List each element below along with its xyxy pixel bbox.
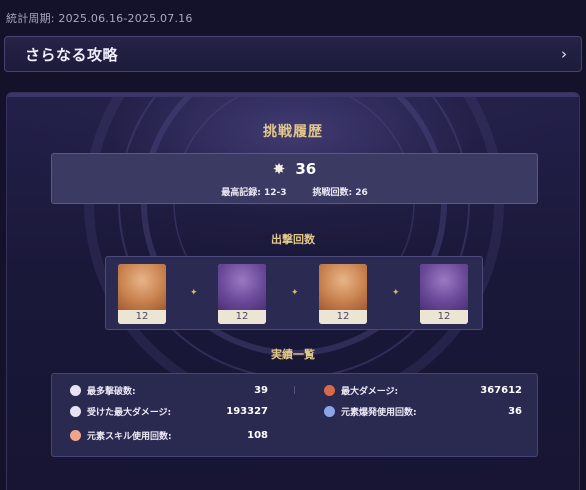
character-avatar-icon: [70, 384, 81, 396]
deploy-count: 12: [218, 310, 266, 324]
stat-value: 193327: [226, 405, 268, 417]
character-avatar-icon: [70, 405, 81, 417]
column-divider: [294, 386, 295, 394]
deploy-count: 12: [319, 310, 367, 324]
stat-row: 元素スキル使用回数: 108: [70, 426, 268, 444]
total-stars: 36: [295, 160, 317, 178]
stat-row: 最大ダメージ: 367612: [324, 381, 522, 399]
achievements-box: 最多撃破数: 39 受けた最大ダメージ: 193327 元素スキル使用回数: 1…: [51, 373, 538, 457]
stat-label: 最多撃破数:: [87, 386, 136, 397]
statistics-period: 統計周期: 2025.06.16-2025.07.16: [6, 12, 193, 25]
character-portrait: [218, 264, 266, 310]
stat-label: 元素爆発使用回数:: [341, 407, 417, 418]
stat-label: 最大ダメージ:: [341, 386, 399, 397]
stat-row: 最多撃破数: 39: [70, 381, 268, 399]
challenge-history-box: ✸ 36 最高記録: 12-3 挑戦回数: 26: [51, 153, 538, 204]
character-portrait: [420, 264, 468, 310]
best-record: 最高記録: 12-3: [221, 188, 287, 198]
stat-value: 36: [508, 405, 522, 417]
character-portrait: [319, 264, 367, 310]
character-portrait: [118, 264, 166, 310]
sparkle-icon: ✦: [392, 288, 400, 298]
abyss-summary-panel: 挑戦履歴 ✸ 36 最高記録: 12-3 挑戦回数: 26 出撃回数 12 ✦ …: [6, 92, 580, 490]
more-strategies-button[interactable]: さらなる攻略 ›: [4, 36, 582, 72]
sparkle-icon: ✦: [291, 288, 299, 298]
stat-row: 元素爆発使用回数: 36: [324, 402, 522, 420]
character-avatar-icon: [324, 384, 335, 396]
stat-label: 受けた最大ダメージ:: [87, 407, 172, 418]
star-icon: ✸: [272, 160, 286, 178]
character-card[interactable]: 12: [319, 264, 367, 324]
deploy-count: 12: [420, 310, 468, 324]
deployment-count-title: 出撃回数: [271, 233, 315, 246]
chevron-right-icon: ›: [561, 45, 567, 63]
sparkle-icon: ✦: [190, 288, 198, 298]
stat-value: 39: [254, 384, 268, 396]
character-card[interactable]: 12: [218, 264, 266, 324]
deploy-count: 12: [118, 310, 166, 324]
character-card[interactable]: 12: [118, 264, 166, 324]
character-avatar-icon: [70, 429, 81, 441]
challenge-history-title: 挑戦履歴: [263, 124, 323, 140]
stat-row: 受けた最大ダメージ: 193327: [70, 402, 268, 420]
stat-value: 367612: [480, 384, 522, 396]
stat-label: 元素スキル使用回数:: [87, 431, 172, 442]
character-card[interactable]: 12: [420, 264, 468, 324]
stat-value: 108: [247, 429, 268, 441]
more-strategies-label: さらなる攻略: [25, 45, 119, 64]
achievements-title: 実績一覧: [271, 348, 315, 361]
challenge-count: 挑戦回数: 26: [312, 188, 368, 198]
character-avatar-icon: [324, 405, 335, 417]
team-list: 12 ✦ 12 ✦ 12 ✦ 12: [105, 256, 483, 330]
